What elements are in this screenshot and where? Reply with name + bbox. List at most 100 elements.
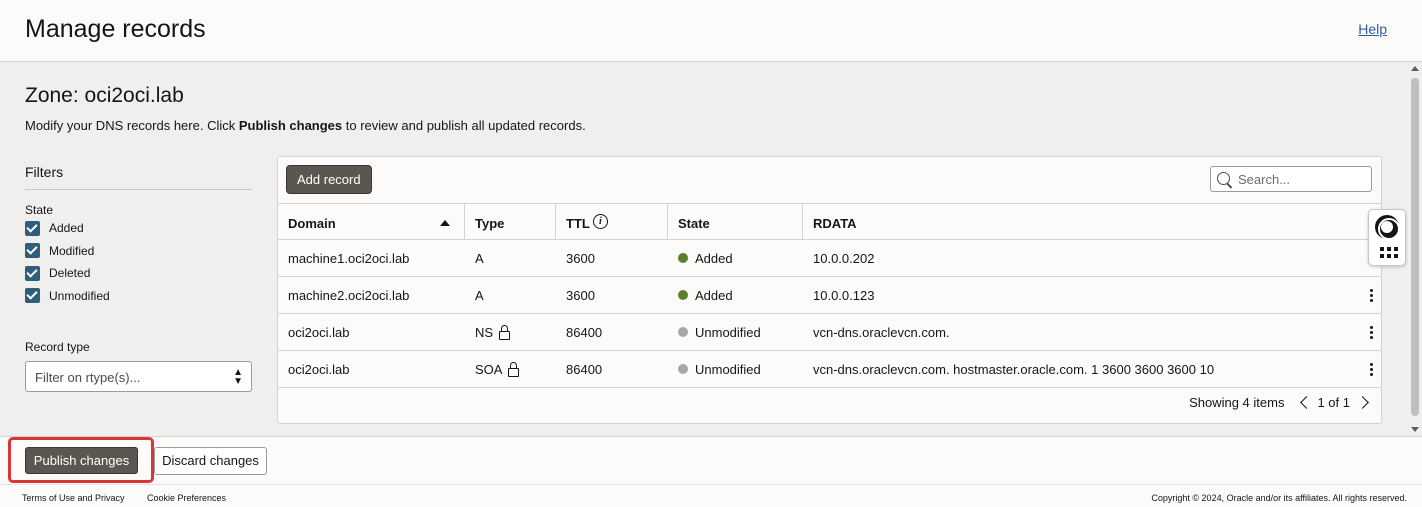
column-header-ttl[interactable]: TTL i	[556, 204, 668, 239]
help-link[interactable]: Help	[1358, 21, 1387, 37]
cell-type: A	[465, 277, 556, 313]
cell-domain: machine1.oci2oci.lab	[278, 240, 465, 276]
search-placeholder: Search...	[1238, 172, 1291, 187]
state-filter-label-modified: Modified	[49, 243, 95, 258]
state-value: Added	[695, 250, 733, 266]
zone-desc-text-end: to review and publish all updated record…	[342, 118, 586, 133]
domain-value: oci2oci.lab	[288, 361, 350, 377]
lock-icon	[508, 361, 520, 377]
cell-type: SOA	[465, 351, 556, 387]
column-header-state[interactable]: State	[668, 204, 803, 239]
zone-desc-bold: Publish changes	[238, 118, 343, 133]
state-filter-label-unmodified: Unmodified	[49, 288, 110, 303]
domain-value: oci2oci.lab	[288, 324, 350, 340]
record-type-placeholder: Filter on rtype(s)...	[35, 370, 141, 385]
filters-panel: Filters State Added Modified Deleted Unm…	[25, 164, 252, 392]
apps-grid-icon[interactable]	[1380, 247, 1398, 258]
cell-rdata: vcn-dns.oraclevcn.com. hostmaster.oracle…	[803, 351, 1381, 387]
cookie-preferences-link[interactable]: Cookie Preferences	[147, 493, 226, 503]
checkbox-checked-icon[interactable]	[25, 220, 40, 236]
records-table-panel: Add record Search... Domain Type TTL i St…	[277, 156, 1382, 424]
pagination: Showing 4 items 1 of 1	[1189, 395, 1369, 410]
row-actions-menu-icon[interactable]	[1370, 363, 1373, 376]
cell-domain: oci2oci.lab	[278, 314, 465, 350]
checkbox-checked-icon[interactable]	[25, 288, 40, 304]
select-arrows-icon: ▲ ▼	[233, 367, 243, 387]
action-bar: Publish changes Discard changes	[0, 436, 1422, 484]
cell-rdata: vcn-dns.oraclevcn.com.	[803, 314, 1381, 350]
cell-state: Unmodified	[668, 314, 803, 350]
state-filter-label: State	[25, 203, 54, 217]
status-dot-icon	[678, 290, 688, 300]
publish-changes-button[interactable]: Publish changes	[25, 447, 138, 474]
scroll-up-icon[interactable]	[1411, 66, 1419, 71]
type-value: SOA	[475, 361, 503, 377]
lifebuoy-icon[interactable]	[1375, 215, 1400, 240]
column-label-rdata: RDATA	[813, 215, 857, 231]
page-footer: Terms of Use and Privacy Cookie Preferen…	[0, 484, 1422, 507]
cell-domain: machine2.oci2oci.lab	[278, 277, 465, 313]
table-row[interactable]: oci2oci.lab NS 86400 Unmodified vcn-dns.orac…	[278, 314, 1381, 351]
state-filter-unmodified[interactable]: Unmodified	[25, 285, 252, 308]
chevron-left-icon[interactable]	[1300, 396, 1314, 409]
cell-type: NS	[465, 314, 556, 350]
add-record-button[interactable]: Add record	[286, 165, 372, 194]
checkbox-checked-icon[interactable]	[25, 265, 40, 281]
cell-rdata: 10.0.0.202	[803, 240, 1381, 276]
column-header-domain[interactable]: Domain	[278, 204, 465, 239]
cell-domain: oci2oci.lab	[278, 351, 465, 387]
zone-desc-text: Modify your DNS records here. Click	[25, 118, 239, 133]
cell-ttl: 86400	[556, 351, 668, 387]
ttl-value: 3600	[566, 287, 595, 303]
cell-ttl: 3600	[556, 240, 668, 276]
showing-count: Showing 4 items	[1189, 395, 1285, 410]
help-widget[interactable]	[1368, 209, 1406, 266]
record-type-select[interactable]: Filter on rtype(s)... ▲ ▼	[25, 361, 252, 392]
scrollbar-thumb[interactable]	[1411, 78, 1419, 416]
rdata-value: vcn-dns.oraclevcn.com. hostmaster.oracle…	[813, 361, 1215, 377]
info-icon[interactable]: i	[592, 213, 608, 229]
cell-state: Added	[668, 240, 803, 276]
page-indicator: 1 of 1	[1317, 395, 1350, 410]
copyright-text: Copyright © 2024, Oracle and/or its affi…	[1151, 493, 1407, 503]
page-title: Manage records	[25, 15, 206, 43]
scroll-down-icon[interactable]	[1411, 427, 1419, 432]
search-icon	[1217, 172, 1230, 185]
discard-changes-button[interactable]: Discard changes	[154, 447, 267, 475]
table-row[interactable]: machine1.oci2oci.lab A 3600 Added 10.0.0.202	[278, 240, 1381, 277]
column-label-domain: Domain	[288, 215, 336, 231]
page-scrollbar[interactable]	[1408, 62, 1422, 436]
status-dot-icon	[678, 253, 688, 263]
domain-value: machine1.oci2oci.lab	[288, 250, 410, 266]
page-header: Manage records Help	[0, 0, 1422, 62]
column-label-state: State	[678, 215, 710, 231]
cell-rdata: 10.0.0.123	[803, 277, 1381, 313]
terms-link[interactable]: Terms of Use and Privacy	[22, 493, 125, 503]
zone-title: Zone: oci2oci.lab	[25, 84, 184, 107]
chevron-right-icon[interactable]	[1356, 396, 1369, 409]
table-row[interactable]: machine2.oci2oci.lab A 3600 Added 10.0.0.123	[278, 277, 1381, 314]
ttl-value: 86400	[566, 324, 603, 340]
state-filter-added[interactable]: Added	[25, 217, 252, 240]
column-header-type[interactable]: Type	[465, 204, 556, 239]
cell-state: Unmodified	[668, 351, 803, 387]
checkbox-checked-icon[interactable]	[25, 243, 40, 259]
row-actions-menu-icon[interactable]	[1370, 326, 1373, 339]
filters-title: Filters	[25, 164, 252, 190]
state-value: Unmodified	[695, 324, 761, 340]
rdata-value: vcn-dns.oraclevcn.com.	[813, 324, 950, 340]
ttl-value: 3600	[566, 250, 595, 266]
state-filter-label-added: Added	[49, 221, 84, 236]
table-row[interactable]: oci2oci.lab SOA 86400 Unmodified vcn-dns.ora…	[278, 351, 1381, 388]
row-actions-menu-icon[interactable]	[1370, 289, 1373, 302]
state-filter-deleted[interactable]: Deleted	[25, 262, 252, 285]
state-filter-modified[interactable]: Modified	[25, 240, 252, 263]
column-header-rdata[interactable]: RDATA	[803, 204, 1381, 239]
cell-state: Added	[668, 277, 803, 313]
sort-ascending-icon	[440, 220, 450, 226]
state-filter-label-deleted: Deleted	[49, 266, 91, 281]
column-label-type: Type	[475, 215, 505, 231]
search-input[interactable]: Search...	[1210, 166, 1372, 192]
rdata-value: 10.0.0.202	[813, 250, 875, 266]
status-dot-icon	[678, 364, 688, 374]
